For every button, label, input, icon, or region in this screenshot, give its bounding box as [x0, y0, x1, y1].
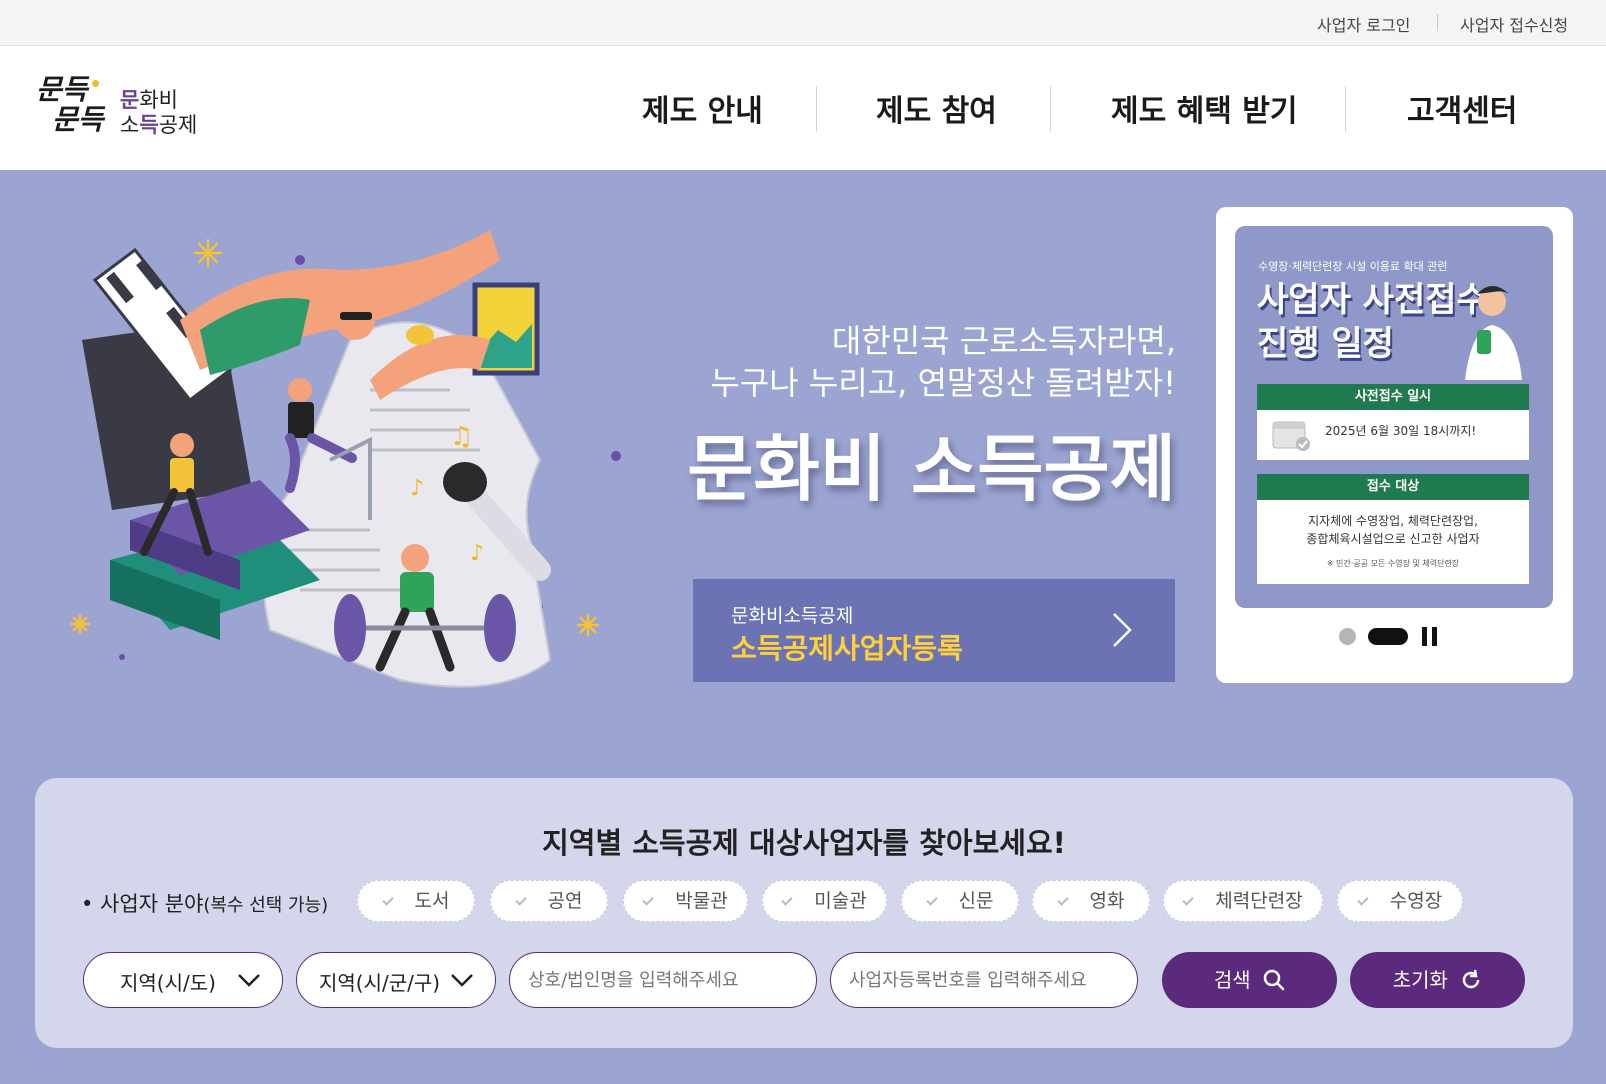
schedule-date: 2025년 6월 30일 18시까지!	[1325, 424, 1477, 438]
category-chip-newspaper[interactable]: 신문	[901, 880, 1019, 922]
refresh-icon	[1463, 969, 1480, 989]
reset-button[interactable]: 초기화	[1350, 952, 1525, 1008]
schedule-box: 사전접수 일시 2025년 6월 30일 18시까지!	[1257, 384, 1529, 460]
logo-accent-1: 문	[120, 88, 140, 112]
region-sido-value: 지역(시/도)	[120, 971, 216, 995]
nav-participation[interactable]: 제도 참여	[876, 86, 997, 130]
search-icon	[1263, 969, 1285, 991]
nav-customer-center[interactable]: 고객센터	[1407, 86, 1517, 130]
cta-main-label: 소득공제사업자등록	[731, 632, 963, 665]
chevron-down-icon	[238, 974, 260, 987]
check-icon	[1056, 894, 1069, 906]
carousel-slide[interactable]: 수영장·체력단련장 시설 이용료 확대 관련 사업자 사전접수 진행 일정 사전…	[1235, 226, 1553, 608]
register-business-button[interactable]: 문화비소득공제 소득공제사업자등록	[693, 579, 1175, 682]
target-text: 지자체에 수영장업, 체력단련장업, 종합체육시설업으로 신고한 사업자	[1257, 512, 1529, 548]
person-phone-illustration	[1465, 286, 1522, 380]
check-icon	[781, 894, 793, 906]
hero-title: 문화비 소득공제	[687, 427, 1176, 511]
target-box-header: 접수 대상	[1257, 474, 1529, 500]
svg-text:♫: ♫	[450, 422, 473, 452]
hero-subtitle-line2: 누구나 누리고, 연말정산 돌려받자!	[710, 364, 1176, 402]
chevron-down-icon	[451, 974, 473, 987]
category-chip-movie[interactable]: 영화	[1032, 880, 1150, 922]
logo-text-1: 화비	[139, 88, 178, 112]
target-box: 접수 대상 지자체에 수영장업, 체력단련장업, 종합체육시설업으로 신고한 사…	[1257, 474, 1529, 584]
chip-label: 박물관	[675, 890, 728, 912]
business-number-input[interactable]	[830, 952, 1138, 1008]
business-search-panel: 지역별 소득공제 대상사업자를 찾아보세요! • 사업자 분야(복수 선택 가능…	[35, 778, 1573, 1048]
target-line2: 종합체육시설업으로 신고한 사업자	[1306, 532, 1480, 546]
nav-divider	[1345, 86, 1346, 132]
logo-mark: 문득 문득	[34, 74, 116, 144]
utility-bar: 사업자 로그인 사업자 접수신청	[0, 0, 1606, 46]
category-chip-art-gallery[interactable]: 미술관	[762, 880, 887, 922]
check-icon	[381, 894, 394, 906]
hero-subtitle: 대한민국 근로소득자라면, 누구나 누리고, 연말정산 돌려받자!	[710, 320, 1176, 404]
schedule-box-header: 사전접수 일시	[1257, 384, 1529, 410]
chevron-right-icon	[1113, 613, 1132, 647]
banner-kicker: 수영장·체력단련장 시설 이용료 확대 관련	[1258, 260, 1448, 273]
business-name-input[interactable]	[509, 952, 817, 1008]
target-note: ※ 민간·공공 모든 수영장 및 체력단련장	[1326, 559, 1460, 568]
nav-divider	[816, 86, 817, 132]
logo-accent-2: 득	[139, 113, 159, 137]
site-logo[interactable]: 문득 문득 문화비 소득공제	[34, 74, 214, 144]
hero-subtitle-line1: 대한민국 근로소득자라면,	[831, 322, 1176, 360]
hero-section: ♫ ♪ ♪ 대한민국 근로소득자라면, 누구나 누리고, 연말정산 돌려받자! …	[0, 170, 1606, 1084]
chip-label: 공연	[547, 890, 583, 912]
chip-label: 신문	[958, 890, 994, 912]
chip-label: 체력단련장	[1215, 890, 1303, 912]
category-chip-books[interactable]: 도서	[357, 880, 475, 922]
region-sigungu-value: 지역(시/군/구)	[319, 971, 441, 995]
notice-carousel: 수영장·체력단련장 시설 이용료 확대 관련 사업자 사전접수 진행 일정 사전…	[1216, 207, 1573, 683]
category-chip-performance[interactable]: 공연	[490, 880, 608, 922]
nav-benefits[interactable]: 제도 혜택 받기	[1111, 86, 1298, 130]
hero-illustration: ♫ ♪ ♪	[70, 230, 621, 688]
chip-label: 수영장	[1389, 890, 1443, 912]
svg-text:♪: ♪	[470, 541, 484, 566]
carousel-controls	[1216, 625, 1573, 647]
check-icon	[1357, 894, 1369, 906]
utility-divider	[1437, 14, 1438, 31]
carousel-dot-2-active[interactable]	[1368, 628, 1408, 645]
check-icon	[925, 894, 938, 906]
region-sido-select[interactable]: 지역(시/도)	[83, 952, 283, 1008]
business-login-link[interactable]: 사업자 로그인	[1317, 12, 1410, 36]
region-sigungu-select[interactable]: 지역(시/군/구)	[296, 952, 496, 1008]
category-label: • 사업자 분야(복수 선택 가능)	[81, 888, 328, 918]
chip-label: 미술관	[814, 890, 867, 912]
logo-text: 문화비 소득공제	[120, 88, 197, 138]
carousel-dot-1[interactable]	[1339, 628, 1356, 645]
search-title: 지역별 소득공제 대상사업자를 찾아보세요!	[542, 826, 1066, 860]
category-chip-fitness[interactable]: 체력단련장	[1163, 880, 1323, 922]
chip-label: 도서	[414, 890, 450, 912]
category-chip-museum[interactable]: 박물관	[623, 880, 748, 922]
logo-text-2a: 소	[120, 113, 140, 137]
category-label-main: • 사업자 분야	[81, 892, 204, 916]
search-button[interactable]: 검색	[1162, 952, 1337, 1008]
chip-label: 영화	[1089, 890, 1125, 912]
calendar-icon	[1272, 421, 1310, 451]
check-icon	[642, 894, 654, 906]
reset-button-label: 초기화	[1392, 968, 1448, 992]
pause-icon[interactable]	[1422, 627, 1440, 646]
check-icon	[1182, 894, 1194, 906]
header: 문득 문득 문화비 소득공제 제도 안내 제도 참여 제도 혜택 받기 고객센터	[0, 46, 1606, 170]
logo-mark-line1: 문득	[36, 73, 88, 106]
check-icon	[514, 894, 527, 906]
logo-text-2b: 공제	[158, 113, 198, 137]
cta-small-label: 문화비소득공제	[731, 605, 854, 627]
logo-dot	[92, 80, 99, 87]
search-button-label: 검색	[1213, 968, 1251, 992]
svg-text:♪: ♪	[410, 476, 424, 501]
nav-divider	[1050, 86, 1051, 132]
category-label-note: (복수 선택 가능)	[203, 895, 329, 916]
business-apply-link[interactable]: 사업자 접수신청	[1460, 12, 1568, 36]
category-chip-swimming-pool[interactable]: 수영장	[1337, 880, 1463, 922]
target-line1: 지자체에 수영장업, 체력단련장업,	[1308, 514, 1478, 528]
nav-system-guide[interactable]: 제도 안내	[642, 86, 763, 130]
logo-mark-line2: 문득	[52, 103, 104, 136]
